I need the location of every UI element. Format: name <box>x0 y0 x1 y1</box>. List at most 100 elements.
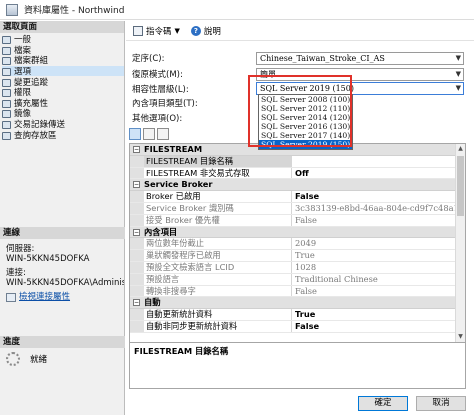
script-button[interactable]: 指令碼 ▼ <box>130 23 188 39</box>
property-name: 兩位數年份截止 <box>144 238 292 250</box>
compat-option-2016[interactable]: SQL Server 2016 (130) <box>259 122 352 131</box>
page-icon <box>2 99 11 108</box>
property-description-pane: FILESTREAM 目錄名稱 <box>129 343 466 389</box>
category-automatic[interactable]: − 自動 <box>130 297 465 310</box>
property-value: Traditional Chinese <box>295 273 378 284</box>
property-value[interactable] <box>292 156 465 167</box>
connection-info: 伺服器: WIN-5KKN45DOFKA 連接: WIN-5KKN45DOFKA… <box>6 244 124 302</box>
property-row[interactable]: 兩位數年份截止 2049 <box>130 238 465 251</box>
progress-status-text: 就緒 <box>30 355 48 365</box>
property-row[interactable]: FILESTREAM 非交易式存取 Off <box>130 167 465 180</box>
categorized-view-icon[interactable] <box>129 128 141 140</box>
server-label: 伺服器: <box>6 244 35 254</box>
chevron-down-icon: ▼ <box>455 84 461 92</box>
collapse-icon[interactable]: − <box>133 299 140 307</box>
scroll-up-icon[interactable]: ▲ <box>456 144 465 154</box>
compat-option-2017[interactable]: SQL Server 2017 (140) <box>259 131 352 140</box>
help-button-label: 說明 <box>203 26 221 37</box>
ok-button[interactable]: 確定 <box>358 396 408 411</box>
script-icon <box>133 25 143 36</box>
scrollbar-thumb[interactable] <box>457 156 464 216</box>
property-name: 自動更新統計資料 <box>144 309 292 320</box>
dialog-footer: 確定 取消 <box>126 393 474 415</box>
property-name: FILESTREAM 非交易式存取 <box>144 167 292 179</box>
page-icon <box>2 131 11 140</box>
property-row[interactable]: 轉換非搜尋字 False <box>130 285 465 298</box>
page-item-query-store[interactable]: 查詢存放區 <box>2 129 124 141</box>
compat-option-2014[interactable]: SQL Server 2014 (120) <box>259 113 352 122</box>
connection-value: WIN-5KKN45DOFKA\Administrator <box>6 278 124 288</box>
compatibility-level-value: SQL Server 2019 (150) <box>260 84 354 93</box>
property-row[interactable]: 預設語言 Traditional Chinese <box>130 273 465 286</box>
property-value[interactable]: False <box>292 321 465 332</box>
row-gutter <box>130 261 144 273</box>
collation-select[interactable]: Chinese_Taiwan_Stroke_CI_AS ▼ <box>256 52 464 65</box>
property-value[interactable]: False <box>292 191 465 202</box>
row-gutter <box>130 309 144 320</box>
compat-option-2012[interactable]: SQL Server 2012 (110) <box>259 104 352 113</box>
window-title: 資料庫屬性 - Northwind <box>24 6 125 16</box>
property-name: 巢狀觸發程序已啟用 <box>144 250 292 261</box>
chevron-down-icon: ▼ <box>455 54 461 62</box>
alphabetical-view-icon[interactable] <box>143 128 155 140</box>
row-gutter <box>130 155 144 167</box>
property-value: True <box>295 250 315 261</box>
property-pages-icon[interactable] <box>157 128 169 140</box>
containment-type-label: 內含項目類型(T): <box>132 99 198 109</box>
cancel-button[interactable]: 取消 <box>416 396 466 411</box>
page-icon <box>2 67 11 77</box>
progress-spinner-icon <box>6 352 20 366</box>
chevron-down-icon: ▼ <box>174 26 180 35</box>
property-grid: − FILESTREAM FILESTREAM 目錄名稱 FILESTREAM 非… <box>129 143 466 343</box>
page-icon <box>2 120 11 130</box>
category-label: 內含項目 <box>144 226 178 237</box>
property-row[interactable]: 預設全文檢索語言 LCID 1028 <box>130 261 465 274</box>
property-value: 3c383139-e8bd-46aa-804e-cd9f7c48a1f3 <box>295 202 465 213</box>
recovery-model-label: 復原模式(M): <box>132 70 183 80</box>
property-name: 預設語言 <box>144 273 292 285</box>
row-gutter <box>130 320 144 332</box>
row-gutter <box>130 250 144 261</box>
property-row[interactable]: Service Broker 識別碼 3c383139-e8bd-46aa-804… <box>130 202 465 215</box>
category-label: FILESTREAM <box>144 144 203 154</box>
property-row[interactable]: 巢狀觸發程序已啟用 True <box>130 250 465 262</box>
compatibility-level-dropdown: SQL Server 2008 (100) SQL Server 2012 (1… <box>258 94 353 150</box>
connection-properties-icon <box>6 292 16 302</box>
property-grid-toolbar <box>129 128 171 140</box>
collapse-icon[interactable]: − <box>133 146 140 153</box>
server-value: WIN-5KKN45DOFKA <box>6 254 90 264</box>
property-value: 1028 <box>295 261 317 272</box>
property-value[interactable]: Off <box>292 168 465 179</box>
property-row[interactable]: Broker 已啟用 False <box>130 191 465 203</box>
property-name: FILESTREAM 目錄名稱 <box>144 155 292 167</box>
page-item-label: 查詢存放區 <box>14 130 57 141</box>
compat-option-2019[interactable]: SQL Server 2019 (150) <box>259 140 352 149</box>
page-icon <box>2 46 11 55</box>
page-list: 一般 檔案 檔案群組 選項 變更追蹤 權限 擴充屬性 鏡像 交易記錄傳送 查詢存… <box>0 33 124 141</box>
property-row[interactable]: 自動非同步更新統計資料 False <box>130 320 465 333</box>
category-service-broker[interactable]: − Service Broker <box>130 179 465 192</box>
collation-value: Chinese_Taiwan_Stroke_CI_AS <box>260 54 385 63</box>
property-row[interactable]: FILESTREAM 目錄名稱 <box>130 155 465 168</box>
category-containment[interactable]: − 內含項目 <box>130 226 465 239</box>
title-bar: 資料庫屬性 - Northwind <box>0 0 474 20</box>
view-connection-properties-link[interactable]: 檢視連接屬性 <box>6 292 124 302</box>
page-icon <box>2 88 11 98</box>
collapse-icon[interactable]: − <box>133 181 140 189</box>
recovery-model-select[interactable]: 簡單 ▼ <box>256 68 464 81</box>
property-row[interactable]: 接受 Broker 優先權 False <box>130 214 465 227</box>
property-description-title: FILESTREAM 目錄名稱 <box>134 346 229 356</box>
property-value: 2049 <box>295 238 317 249</box>
compatibility-level-label: 相容性層級(L): <box>132 85 189 95</box>
toolbar: 指令碼 ▼ ? 說明 <box>126 21 474 41</box>
row-gutter <box>130 285 144 297</box>
scroll-down-icon[interactable]: ▼ <box>456 332 465 342</box>
property-value[interactable]: True <box>292 309 465 320</box>
compat-option-2008[interactable]: SQL Server 2008 (100) <box>259 95 352 104</box>
page-icon <box>2 56 11 66</box>
property-row[interactable]: 自動更新統計資料 True <box>130 309 465 321</box>
collapse-icon[interactable]: − <box>133 228 140 236</box>
property-grid-scrollbar[interactable]: ▲ ▼ <box>455 144 465 342</box>
help-button[interactable]: ? 說明 <box>188 23 224 39</box>
property-name: 轉換非搜尋字 <box>144 285 292 297</box>
